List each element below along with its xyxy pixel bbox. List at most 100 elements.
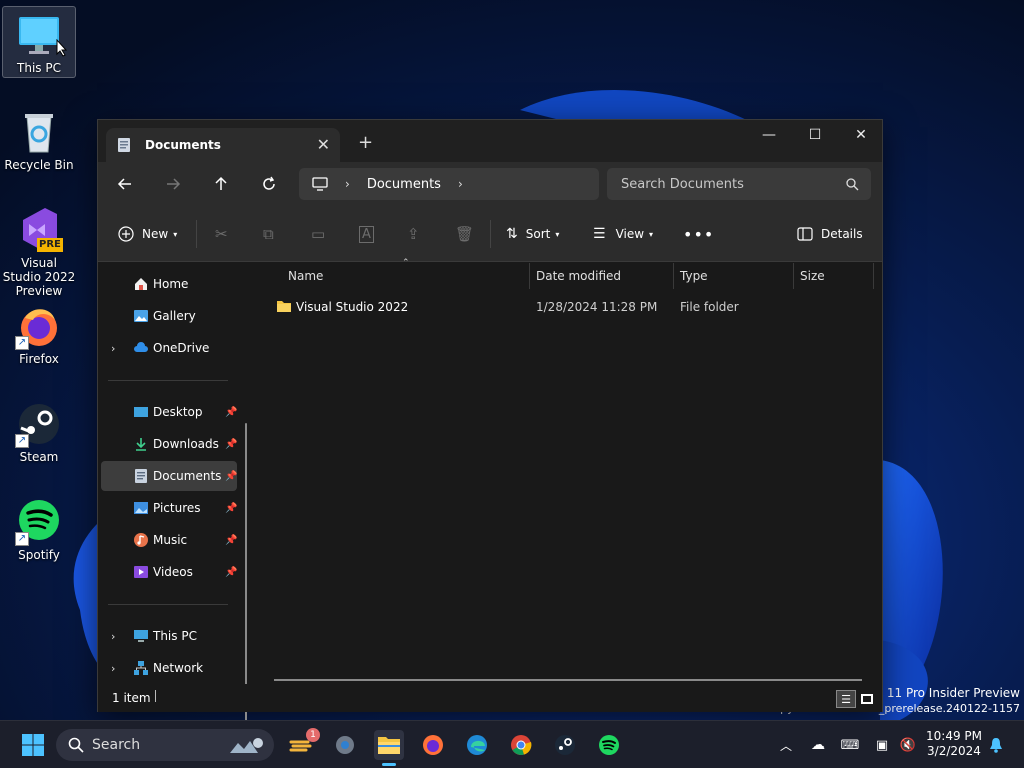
nav-scrollbar[interactable] [245, 423, 247, 768]
view-button[interactable]: ☰ View ▾ [593, 222, 653, 246]
chevron-right-icon[interactable]: › [458, 177, 463, 191]
shortcut-arrow-icon: ↗ [15, 336, 29, 350]
nav-item-onedrive[interactable]: › OneDrive [101, 333, 237, 363]
desktop-icon-visual-studio[interactable]: PRE Visual Studio 2022 Preview [2, 202, 76, 298]
taskbar-edge[interactable] [462, 730, 492, 760]
more-options-button[interactable]: ••• [683, 222, 714, 246]
taskbar-firefox[interactable] [418, 730, 448, 760]
desktop-icon-firefox[interactable]: ↗ Firefox [2, 298, 76, 370]
chevron-right-icon[interactable]: › [111, 662, 115, 675]
taskbar-settings[interactable] [330, 730, 360, 760]
copy-button[interactable]: ⧉ [263, 222, 274, 246]
search-icon [846, 178, 859, 191]
share-button[interactable]: ⇪ [407, 222, 420, 246]
minimize-button[interactable]: — [746, 120, 792, 150]
refresh-button[interactable] [259, 174, 279, 194]
horizontal-scrollbar[interactable] [274, 679, 862, 681]
clock[interactable]: 10:49 PM 3/2/2024 [926, 729, 982, 759]
pin-icon[interactable]: 📌 [225, 407, 237, 418]
column-separator[interactable] [873, 263, 874, 289]
folder-icon [277, 301, 291, 312]
nav-item-this-pc[interactable]: › This PC [101, 621, 237, 651]
nav-label: Documents [153, 469, 222, 483]
nav-label: Videos [153, 565, 193, 579]
column-separator[interactable] [673, 263, 674, 289]
nav-item-desktop[interactable]: Desktop 📌 [101, 397, 237, 427]
mouse-cursor-icon [56, 39, 68, 57]
pin-icon[interactable]: 📌 [225, 535, 237, 546]
details-view-icon: ☰ [841, 692, 851, 706]
tiles-view-button[interactable] [858, 690, 876, 708]
nav-item-network[interactable]: › Network [101, 653, 237, 683]
network-tray[interactable]: ▣ [872, 735, 892, 755]
chevron-right-icon[interactable]: › [111, 630, 115, 643]
breadcrumb-documents[interactable]: Documents [367, 177, 441, 192]
close-button[interactable]: ✕ [838, 120, 884, 150]
details-button[interactable]: Details [797, 222, 863, 246]
nav-item-downloads[interactable]: Downloads 📌 [101, 429, 237, 459]
keyboard-tray[interactable]: ⌨ [840, 735, 860, 755]
desktop-icon-label: Spotify [18, 548, 60, 562]
column-header-size[interactable]: Size [800, 263, 825, 289]
taskbar: Search 1 ︿ ☁ ⌨ ▣ 🔇 10:49 PM 3/2/2024 [0, 720, 1024, 768]
column-header-date[interactable]: Date modified [536, 263, 621, 289]
column-header-name[interactable]: Name [288, 263, 323, 289]
address-bar[interactable]: › Documents › [299, 168, 599, 200]
table-row[interactable]: Visual Studio 2022 1/28/2024 11:28 PM Fi… [268, 295, 868, 319]
nav-item-music[interactable]: Music 📌 [101, 525, 237, 555]
desktop-icon-steam[interactable]: ↗ Steam [2, 396, 76, 468]
new-button[interactable]: New ▾ [118, 222, 177, 246]
details-view-button[interactable]: ☰ [836, 690, 856, 708]
paste-button[interactable]: ▭ [311, 222, 325, 246]
taskbar-search[interactable]: Search [56, 729, 274, 761]
column-header-type[interactable]: Type [680, 263, 708, 289]
start-button[interactable] [18, 730, 48, 760]
taskbar-spotify[interactable] [594, 730, 624, 760]
cut-button[interactable]: ✂ [215, 222, 228, 246]
sort-button[interactable]: ⇅ Sort ▾ [506, 222, 559, 246]
desktop-icon-recycle-bin[interactable]: Recycle Bin [2, 104, 76, 176]
column-separator[interactable] [793, 263, 794, 289]
back-button[interactable] [115, 174, 135, 194]
desktop-icon-label: Firefox [19, 352, 59, 366]
pin-icon[interactable]: 📌 [225, 471, 237, 482]
search-box[interactable]: Search Documents [607, 168, 871, 200]
desktop-icon-spotify[interactable]: ↗ Spotify [2, 494, 76, 566]
close-tab-icon[interactable]: ✕ [317, 135, 330, 154]
taskbar-file-explorer[interactable] [374, 730, 404, 766]
desktop-icon-label: This PC [17, 61, 61, 75]
notifications-button[interactable] [986, 735, 1006, 755]
copy-icon: ⧉ [263, 225, 274, 243]
pin-icon[interactable]: 📌 [225, 567, 237, 578]
volume-muted-icon: 🔇 [899, 737, 917, 753]
picture-icon [133, 500, 149, 516]
nav-label: Network [153, 661, 204, 675]
chevron-right-icon[interactable]: › [345, 177, 350, 191]
show-hidden-icons-button[interactable]: ︿ [776, 735, 796, 755]
rename-button[interactable]: A [359, 222, 374, 246]
column-separator[interactable] [529, 263, 530, 289]
onedrive-tray[interactable]: ☁ [808, 735, 828, 755]
nav-item-gallery[interactable]: Gallery [101, 301, 237, 331]
volume-tray[interactable]: 🔇 [898, 735, 918, 755]
nav-label: Pictures [153, 501, 201, 515]
pin-icon[interactable]: 📌 [225, 439, 237, 450]
nav-item-pictures[interactable]: Pictures 📌 [101, 493, 237, 523]
taskbar-steam[interactable] [550, 730, 580, 760]
widgets-button[interactable]: 1 [286, 728, 320, 760]
nav-item-videos[interactable]: Videos 📌 [101, 557, 237, 587]
tab-documents[interactable]: Documents ✕ [106, 128, 340, 162]
up-button[interactable] [211, 174, 231, 194]
new-tab-icon[interactable]: + [358, 132, 373, 153]
nav-item-home[interactable]: Home [101, 269, 237, 299]
nav-item-documents[interactable]: Documents 📌 [101, 461, 237, 491]
taskbar-chrome[interactable] [506, 730, 536, 760]
pin-icon[interactable]: 📌 [225, 503, 237, 514]
title-bar[interactable]: Documents ✕ + — ☐ ✕ [98, 120, 882, 162]
steam-icon [555, 735, 575, 755]
chevron-right-icon[interactable]: › [111, 342, 115, 355]
forward-button[interactable] [163, 174, 183, 194]
delete-button[interactable]: 🗑 [455, 222, 474, 246]
maximize-button[interactable]: ☐ [792, 120, 838, 150]
date: 3/2/2024 [927, 744, 981, 758]
